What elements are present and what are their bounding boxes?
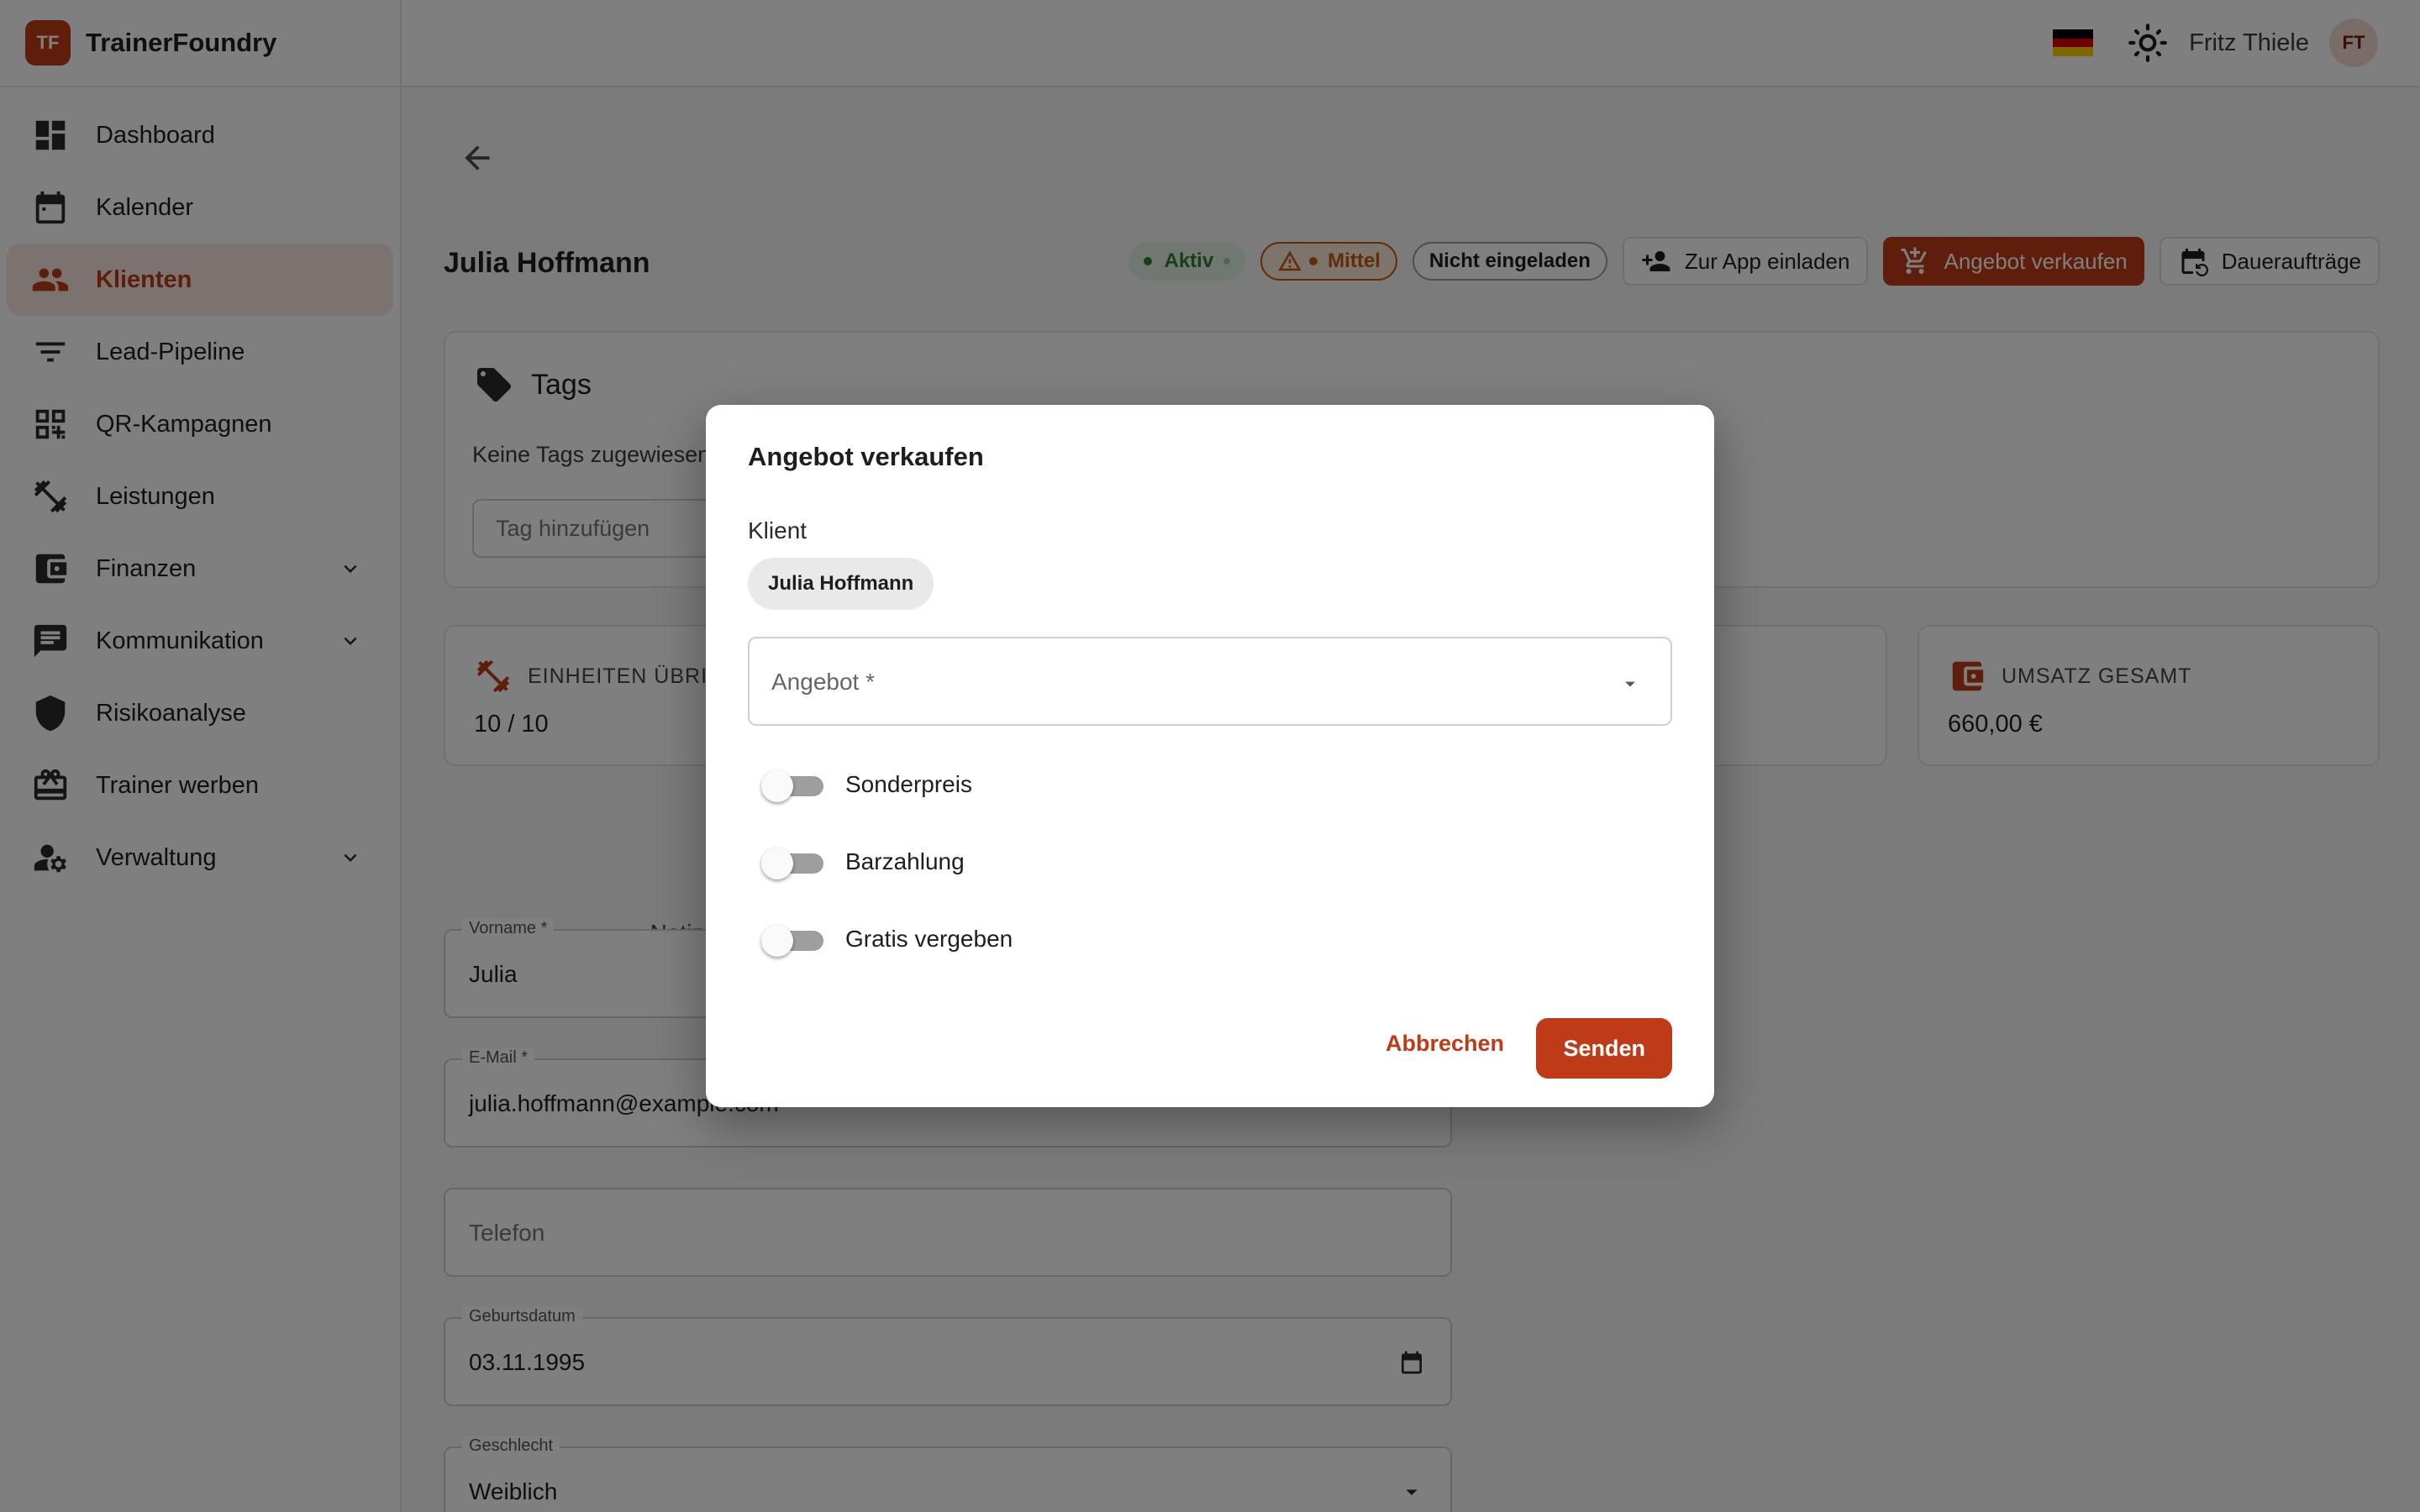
dialog-title: Angebot verkaufen xyxy=(748,442,984,471)
client-label: Klient xyxy=(748,517,808,543)
offer-select-placeholder: Angebot * xyxy=(771,669,875,695)
special-price-toggle-row: Sonderpreis xyxy=(761,759,972,810)
special-price-toggle[interactable] xyxy=(761,768,825,802)
send-button[interactable]: Senden xyxy=(1536,1018,1672,1079)
client-chip: Julia Hoffmann xyxy=(748,558,934,610)
toggle-label: Gratis vergeben xyxy=(845,926,1013,952)
sell-offer-dialog: Angebot verkaufen Klient Julia Hoffmann … xyxy=(706,405,1714,1107)
caret-down-icon xyxy=(1618,672,1642,696)
free-toggle[interactable] xyxy=(761,922,825,957)
offer-select[interactable]: Angebot * xyxy=(748,637,1672,726)
free-toggle-row: Gratis vergeben xyxy=(761,914,1013,964)
cash-payment-toggle[interactable] xyxy=(761,845,825,879)
cancel-button[interactable]: Abbrechen xyxy=(1374,1018,1516,1068)
toggle-label: Sonderpreis xyxy=(845,771,972,797)
toggle-label: Barzahlung xyxy=(845,848,965,874)
cash-payment-toggle-row: Barzahlung xyxy=(761,837,965,887)
